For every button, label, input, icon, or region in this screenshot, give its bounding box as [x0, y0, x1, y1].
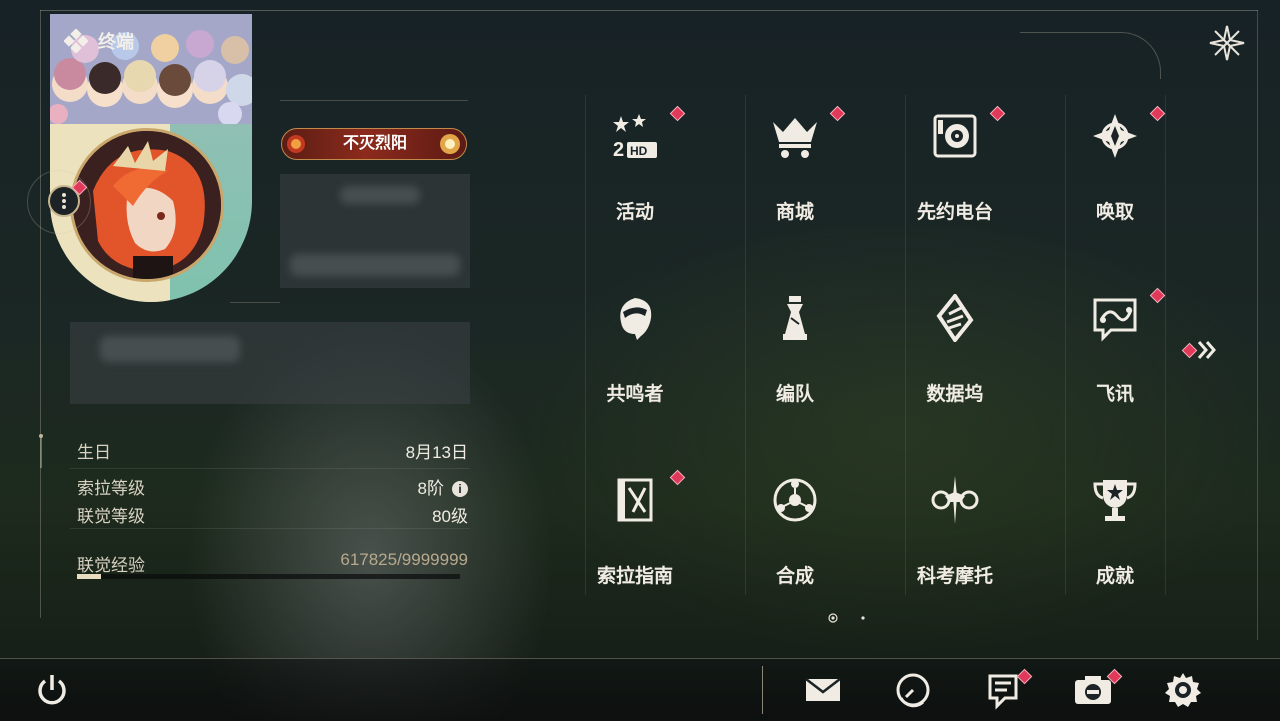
- badge-label: 不灭烈阳: [342, 135, 407, 152]
- terminal-header: 终端: [64, 28, 134, 54]
- birthday-value: 8月13日: [405, 443, 468, 462]
- trophy-icon: [1093, 480, 1137, 521]
- double-chevron-right-icon: [1197, 341, 1216, 359]
- frame-line-top: [40, 10, 1258, 11]
- menu-item-synthesis[interactable]: 合成: [745, 460, 845, 600]
- resonator-head-icon: [620, 298, 652, 340]
- menu-item-label: 科考摩托: [916, 566, 993, 587]
- notification-dot: [1149, 105, 1166, 122]
- union-exp-label: 联觉经验: [77, 556, 145, 575]
- synthesis-icon: [773, 478, 817, 522]
- message-bubble-icon: [1093, 298, 1137, 342]
- menu-item-label: 先约电台: [916, 202, 993, 223]
- menu-item-label: 飞讯: [1095, 384, 1134, 405]
- union-exp-value: 617825/9999999: [340, 550, 468, 569]
- menu-item-label: 合成: [775, 566, 814, 587]
- menu-item-label: 商城: [775, 202, 814, 223]
- svg-text:2: 2: [613, 139, 624, 160]
- mail-button[interactable]: [803, 670, 843, 710]
- page-title: 终端: [98, 32, 134, 52]
- birthday-label: 生日: [77, 443, 111, 462]
- sola-level-label: 索拉等级: [77, 479, 145, 498]
- avatar-portrait-art: [73, 131, 221, 279]
- data-bank-icon: [936, 294, 974, 342]
- history-button[interactable]: [893, 670, 933, 710]
- menu-item-achievements[interactable]: 成就: [1065, 460, 1165, 600]
- menu-item-data-bank[interactable]: 数据坞: [905, 278, 1005, 418]
- menu-item-shop[interactable]: 商城: [745, 96, 846, 236]
- clock-icon: [896, 673, 930, 708]
- menu-item-label: 共鸣者: [606, 384, 664, 405]
- more-vertical-icon: [62, 193, 66, 209]
- menu-item-radio[interactable]: 先约电台: [905, 96, 1006, 236]
- notification-dot: [669, 469, 686, 486]
- close-button[interactable]: [1206, 22, 1248, 64]
- menu-item-events[interactable]: 2 HD 活动: [585, 96, 686, 236]
- frame-arc: [1020, 32, 1161, 79]
- notification-dot: [829, 105, 846, 122]
- motorbike-icon: [931, 476, 979, 524]
- union-level-label: 联觉等级: [77, 507, 145, 526]
- power-icon: [38, 675, 66, 705]
- guidebook-icon: [617, 478, 653, 522]
- menu-item-convene[interactable]: 唤取: [1065, 96, 1166, 236]
- page-dot: [861, 616, 865, 620]
- menu-item-messages[interactable]: 飞讯: [1065, 278, 1166, 418]
- menu-item-motorbike[interactable]: 科考摩托: [905, 460, 1005, 600]
- menu-item-guidebook[interactable]: 索拉指南: [585, 460, 686, 600]
- page-indicator: [828, 613, 865, 623]
- event-2nd-anniversary-icon: 2 HD: [613, 114, 657, 160]
- notification-dot: [669, 105, 686, 122]
- menu-item-resonators[interactable]: 共鸣者: [585, 278, 685, 418]
- radio-icon: [933, 114, 977, 158]
- info-icon[interactable]: i: [452, 481, 468, 497]
- shop-cart-icon: [773, 118, 817, 158]
- settings-button[interactable]: [1163, 670, 1203, 710]
- stat-divider: [70, 528, 470, 529]
- menu-item-label: 编队: [775, 384, 814, 405]
- divider: [280, 100, 468, 101]
- mail-icon: [805, 678, 841, 701]
- player-avatar[interactable]: [70, 128, 224, 282]
- menu-item-label: 数据坞: [926, 384, 984, 405]
- notification-dot: [1149, 287, 1166, 304]
- divider: [230, 302, 280, 303]
- sola-level-value: 8阶 i: [418, 474, 468, 499]
- union-level-value: 80级: [432, 507, 468, 526]
- terminal-diamond-icon: [64, 29, 88, 53]
- notification-dot: [1181, 342, 1198, 359]
- menu-item-label: 成就: [1095, 566, 1134, 587]
- next-page-button[interactable]: [1181, 338, 1222, 362]
- union-exp-progress-fill: [77, 574, 101, 579]
- notification-dot: [989, 105, 1006, 122]
- menu-item-team[interactable]: 编队: [745, 278, 845, 418]
- convene-star-icon: [1093, 114, 1137, 158]
- chess-team-icon: [783, 296, 807, 340]
- svg-text:HD: HD: [630, 144, 648, 158]
- power-button[interactable]: [32, 670, 72, 710]
- union-exp-progress-bar: [77, 574, 460, 579]
- settings-gear-icon: [1165, 673, 1201, 707]
- close-star-icon: [1209, 25, 1245, 61]
- signature-area-blurred: [70, 322, 470, 404]
- frame-ornament: [39, 434, 43, 468]
- frame-line-right: [1257, 10, 1258, 640]
- frame-line-left: [40, 10, 41, 618]
- photo-button[interactable]: [1073, 668, 1123, 710]
- menu-item-label: 索拉指南: [596, 566, 673, 587]
- toolbar-separator: [762, 666, 763, 714]
- title-badge[interactable]: 不灭烈阳: [281, 128, 467, 160]
- stat-divider: [70, 468, 470, 469]
- sola-level-text: 8阶: [417, 479, 444, 498]
- notice-button[interactable]: [983, 668, 1033, 710]
- menu-item-label: 唤取: [1095, 202, 1134, 223]
- menu-item-label: 活动: [615, 202, 654, 223]
- grid-line: [1165, 95, 1166, 595]
- player-name-area-blurred: [280, 174, 470, 288]
